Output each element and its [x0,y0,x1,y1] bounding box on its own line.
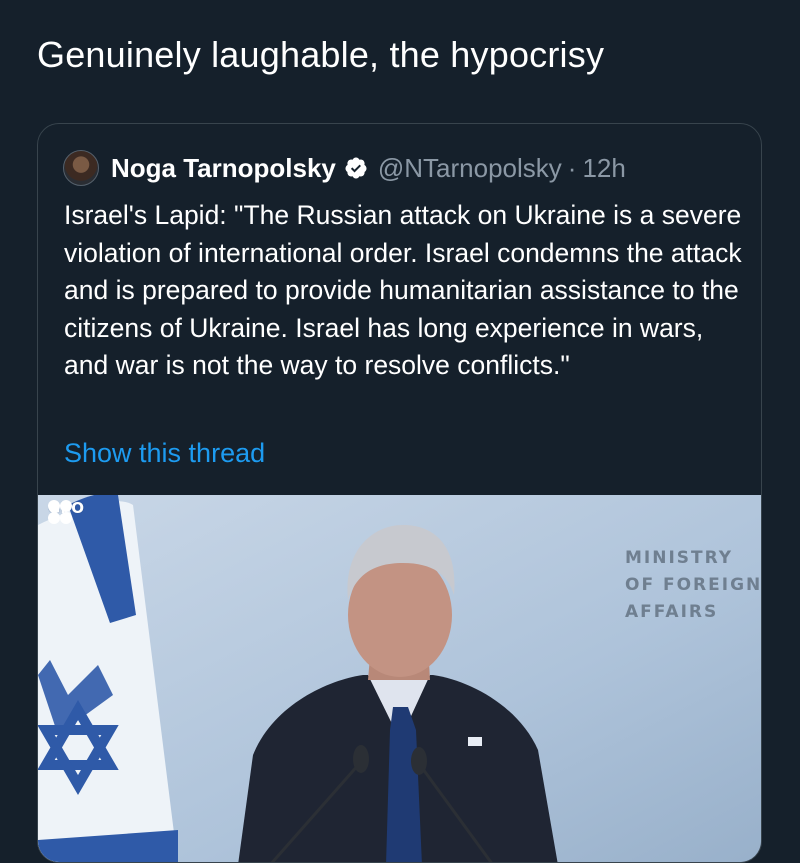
quoted-tweet-card[interactable]: Noga Tarnopolsky @NTarnopolsky · 12h Isr… [37,123,762,863]
quoted-tweet-header: Noga Tarnopolsky @NTarnopolsky · 12h [63,148,626,188]
quoted-tweet-body: Israel's Lapid: "The Russian attack on U… [64,200,742,380]
show-thread-link[interactable]: Show this thread [64,438,265,469]
author-name[interactable]: Noga Tarnopolsky [111,153,336,184]
tweet-text: Genuinely laughable, the hypocrisy [37,34,605,75]
avatar[interactable] [63,150,99,186]
ministry-backdrop-text: MINISTRY OF FOREIGN AFFAIRS [625,548,762,622]
gpo-logo-icon: GPO [46,499,84,524]
verified-badge-icon [344,156,368,180]
author-handle[interactable]: @NTarnopolsky [378,153,562,184]
media-video-thumbnail[interactable]: GPO MINISTRY OF FOREIGN AFFAIRS [38,495,762,862]
tweet-time[interactable]: 12h [582,153,625,184]
separator-dot: · [567,152,577,183]
